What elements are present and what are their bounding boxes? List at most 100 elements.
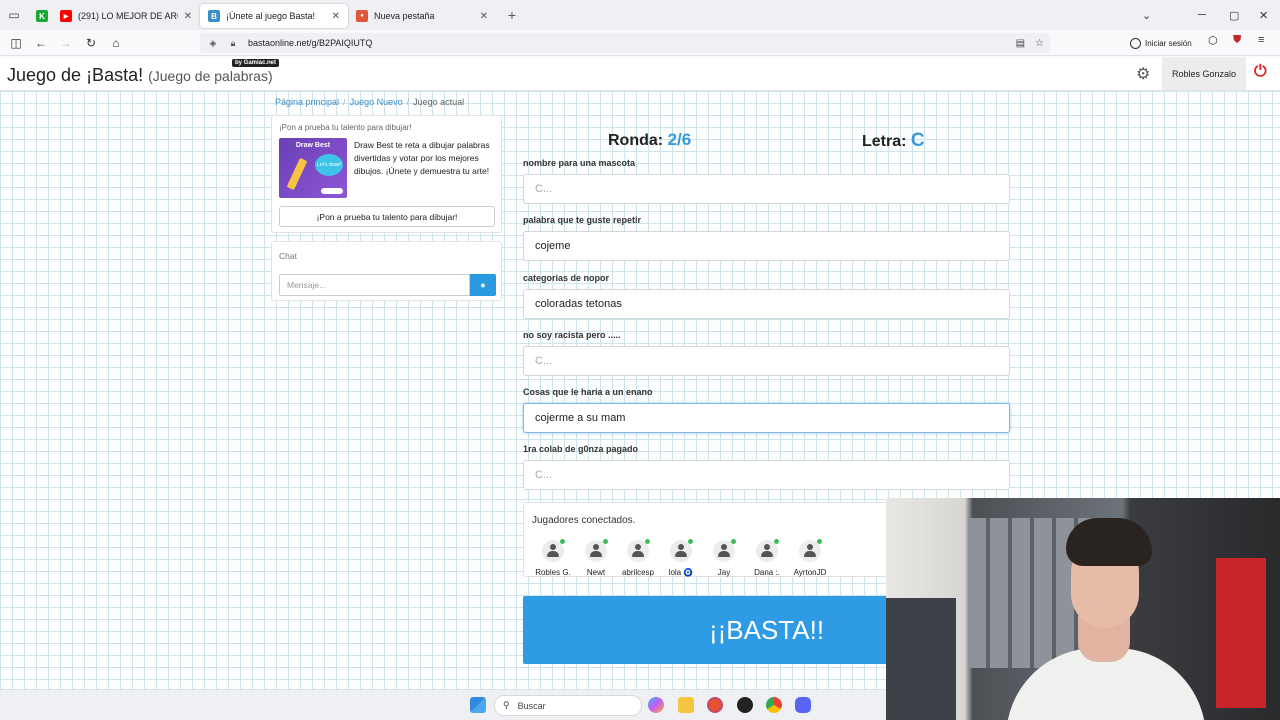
extensions-icon[interactable]: ⬡ [1208,34,1218,47]
webcam-overlay [886,498,1280,720]
player-item[interactable]: Jay [701,539,747,577]
tab-overview-icon[interactable]: ▭ [0,0,28,30]
player-item[interactable]: abrilcesp [615,539,661,577]
category-field: 1ra colab de g0nza pagado C... [523,444,1010,490]
user-avatar-icon [585,539,608,562]
category-field: no soy racista pero ..... C... [523,330,1010,376]
category-field: Cosas que le haria a un enano cojerme a … [523,387,1010,433]
webcam-chair [886,598,956,720]
user-avatar-icon [627,539,650,562]
category-field: palabra que te guste repetir cojeme [523,215,1010,261]
speech-bubble-icon: ● [480,280,486,290]
chrome-icon[interactable] [766,697,782,713]
menu-icon[interactable]: ≡ [1258,34,1264,46]
category-input[interactable]: coloradas tetonas [523,289,1010,319]
category-input[interactable]: C... [523,174,1010,204]
lock-icon[interactable]: 🔒︎ [226,38,240,49]
breadcrumb-home-link[interactable]: Página principal [275,97,339,107]
copilot-icon[interactable] [648,697,664,713]
letter-indicator: Letra: C [862,130,925,152]
power-icon[interactable]: ⏻ [1254,63,1267,81]
tab-new[interactable]: ● Nueva pestaña ✕ [348,4,496,28]
breadcrumb-current: Juego actual [413,97,465,107]
tab-pinned[interactable]: K [28,4,52,28]
category-label: palabra que te guste repetir [523,215,642,225]
category-label: categorias de nopor [523,273,610,283]
player-item[interactable]: Newt [573,539,619,577]
youtube-icon: ▶ [60,10,72,22]
ublock-icon[interactable]: ⛊ [1233,34,1241,47]
tab-favicon-icon: K [36,10,48,22]
player-name: Robles G. [535,568,571,577]
promo-title: ¡Pon a prueba tu talento para dibujar! [279,123,412,132]
discord-icon[interactable] [795,697,811,713]
brand-title: Juego de ¡Basta! [7,65,144,85]
user-avatar-icon [542,539,565,562]
promo-image-title: Draw Best [295,142,331,149]
breadcrumb-new-game-link[interactable]: Juego Nuevo [350,97,403,107]
player-name: Newt [586,568,606,577]
user-menu-button[interactable]: Robles Gonzalo [1162,57,1246,90]
account-icon [1130,37,1141,49]
site-brand[interactable]: Juego de ¡Basta! (Juego de palabras) [7,65,273,86]
player-item[interactable]: Dana :. [744,539,790,577]
signin-button[interactable]: Iniciar sesión [1130,34,1192,52]
round-value: 2/6 [667,130,692,149]
tab-close-icon[interactable]: ✕ [184,11,192,22]
tab-title: Nueva pestaña [374,11,435,21]
category-input[interactable]: C... [523,346,1010,376]
chat-title: Chat [279,251,297,261]
tab-close-icon[interactable]: ✕ [332,11,340,22]
user-avatar-icon [799,539,822,562]
close-window-icon[interactable]: ✕ [1259,0,1268,30]
minimize-icon[interactable]: ─ [1198,0,1206,30]
gamiac-badge[interactable]: by Gamiac.net [232,59,280,67]
player-item[interactable]: Robles G. [530,539,576,577]
taskbar-search-label: Buscar [517,700,546,711]
tab-title: (291) LO MEJOR DE ARGENTINA [78,11,178,21]
gear-icon[interactable]: ⚙ [1136,64,1150,84]
url-text[interactable]: bastaonline.net/g/B2PAIQIUTQ [248,38,372,48]
chat-send-button[interactable]: ● [470,274,496,296]
browser-tab-bar: ▭ K ▶ (291) LO MEJOR DE ARGENTINA ✕ B ¡Ú… [0,0,1280,30]
category-input[interactable]: C... [523,460,1010,490]
taskbar-search[interactable]: ⚲ Buscar [494,695,642,716]
user-avatar-icon [670,539,693,562]
category-input[interactable]: cojeme [523,231,1010,261]
category-input[interactable]: cojerme a su mam [523,403,1010,433]
player-item[interactable]: AyrtonJD [787,539,833,577]
url-bar[interactable]: ◈ 🔒︎ bastaonline.net/g/B2PAIQIUTQ ▤ ☆ [200,33,1050,53]
file-explorer-icon[interactable] [678,697,694,713]
new-tab-icon[interactable]: + [500,7,524,23]
tab-basta[interactable]: B ¡Únete al juego Basta! ✕ [200,4,348,28]
firefox-icon[interactable] [707,697,723,713]
reader-view-icon[interactable]: ▤ [1016,38,1025,49]
reload-icon[interactable]: ↻ [79,31,103,55]
promo-image-bubble: Let's draw! [315,154,343,176]
home-icon[interactable]: ⌂ [104,31,128,55]
player-item[interactable]: lola 🧿 [658,539,704,577]
github-icon[interactable] [737,697,753,713]
bookmark-star-icon[interactable]: ☆ [1035,38,1044,49]
category-field: nombre para una mascota C... [523,158,1010,204]
tab-close-icon[interactable]: ✕ [480,11,488,22]
promo-button[interactable]: ¡Pon a prueba tu talento para dibujar! [279,206,495,227]
tab-youtube[interactable]: ▶ (291) LO MEJOR DE ARGENTINA ✕ [52,4,200,28]
chat-message-input[interactable]: Mensaje... [279,274,470,296]
webcam-flag [1216,558,1266,708]
draw-best-image[interactable]: Draw Best Let's draw! [279,138,347,198]
user-name: Robles Gonzalo [1171,68,1237,79]
tab-list-chevron-icon[interactable]: ⌄ [1142,0,1151,30]
forward-icon[interactable]: → [54,31,78,55]
category-label: nombre para una mascota [523,158,636,168]
promo-card: ¡Pon a prueba tu talento para dibujar! D… [271,115,502,233]
letter-value: C [910,130,925,151]
sidebar-icon[interactable]: ◫ [4,31,28,55]
shield-icon[interactable]: ◈ [206,38,220,49]
windows-start-icon[interactable] [470,697,486,713]
back-icon[interactable]: ← [29,31,53,55]
player-name: abrilcesp [621,568,654,577]
maximize-icon[interactable]: ▢ [1229,0,1239,30]
breadcrumb: Página principal / Juego Nuevo / Juego a… [275,97,464,107]
chat-panel: Chat Mensaje... ● [271,241,502,301]
